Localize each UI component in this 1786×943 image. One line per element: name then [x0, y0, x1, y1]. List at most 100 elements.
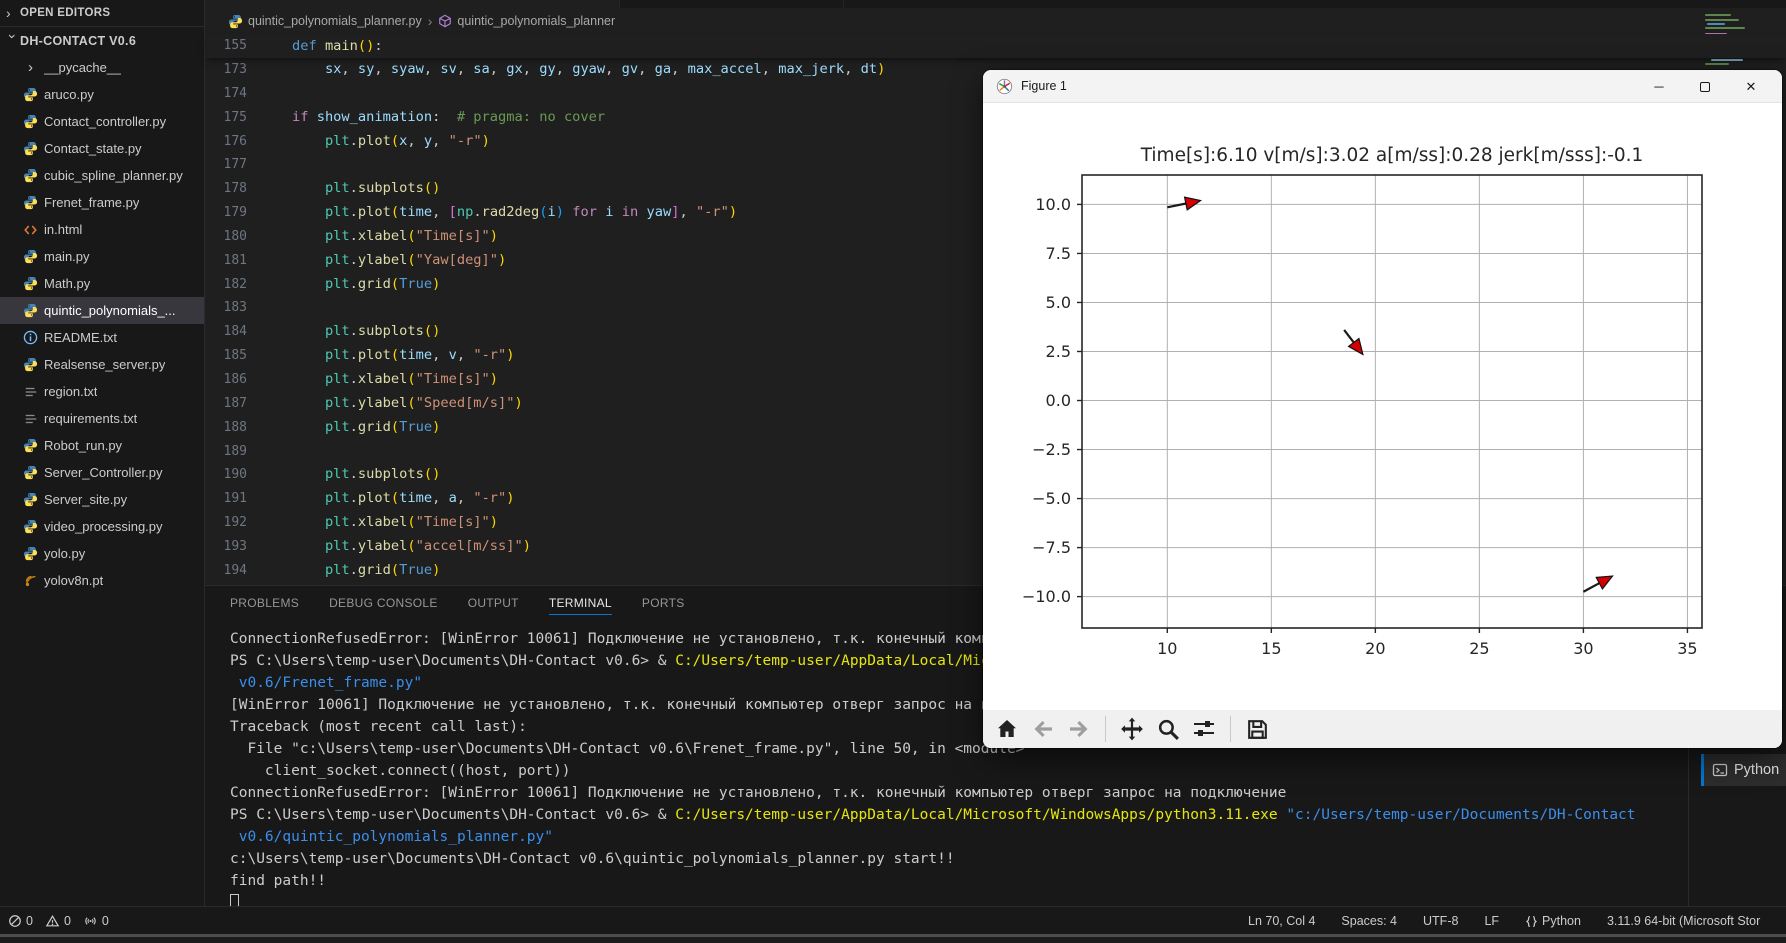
x-tick-label: 10 [1157, 639, 1177, 658]
project-header[interactable]: › DH-CONTACT V0.6 [0, 27, 204, 54]
python-icon [22, 438, 39, 454]
file-label: main.py [44, 249, 90, 264]
figure-canvas[interactable]: Time[s]:6.10 v[m/s]:3.02 a[m/ss]:0.28 je… [983, 103, 1782, 710]
figure-window[interactable]: Figure 1 ─ ✕ Time[s]:6.10 v[m/s]:3.02 a[… [983, 70, 1782, 748]
breadcrumb-symbol[interactable]: quintic_polynomials_planner [457, 14, 615, 28]
status-item-0[interactable]: 0 [8, 914, 33, 928]
status-bar: 0 0 0 Ln 70, Col 4 Spaces: 4 UTF-8 LF Python 3.… [0, 906, 1786, 934]
code-text: if show_animation: # pragma: no cover [291, 108, 606, 125]
file-label: requirements.txt [44, 411, 138, 426]
file-item-server-controller-py[interactable]: Server_Controller.py [0, 459, 204, 486]
terminal-line: client_socket.connect((host, port)) [230, 763, 571, 779]
file-item-contact-state-py[interactable]: Contact_state.py [0, 135, 204, 162]
python-icon [22, 303, 39, 319]
status-item-3-11-9-64-bit-microsoft-stor[interactable]: 3.11.9 64-bit (Microsoft Stor [1607, 914, 1760, 928]
terminal-line: c:\Users\temp-user\Documents\DH-Contact … [230, 851, 955, 867]
line-number: 187 [223, 395, 247, 411]
terminal-line: PS C:\Users\temp-user\Documents\DH-Conta… [230, 807, 1636, 823]
python-icon [22, 519, 39, 535]
status-label: 0 [101, 914, 109, 928]
close-button[interactable]: ✕ [1728, 70, 1774, 103]
maximize-button[interactable] [1682, 70, 1728, 103]
status-item-0[interactable]: 0 [45, 914, 71, 928]
sticky-scroll-line[interactable]: 155 def main(): [205, 34, 1786, 58]
line-number: 183 [223, 300, 247, 316]
status-label: Python [1542, 914, 1581, 928]
panel-tab-output[interactable]: OUTPUT [468, 586, 519, 619]
file-item-yolo-py[interactable]: yolo.py [0, 540, 204, 567]
figure-titlebar[interactable]: Figure 1 ─ ✕ [983, 70, 1782, 103]
file-item-realsense-server-py[interactable]: Realsense_server.py [0, 351, 204, 378]
terminal-tabs-list: Python [1688, 748, 1786, 906]
status-label: Spaces: 4 [1341, 914, 1398, 928]
sticky-code-line[interactable]: 155 def main(): [205, 34, 1786, 58]
warning-icon [45, 914, 60, 928]
file-item-readme-txt[interactable]: README.txt [0, 324, 204, 351]
status-item-python[interactable]: Python [1525, 914, 1581, 928]
line-number: 178 [223, 181, 247, 197]
panel-tab-ports[interactable]: PORTS [642, 586, 685, 619]
code-text: plt.grid(True) [324, 561, 441, 578]
home-tool-button[interactable] [993, 715, 1021, 743]
status-item-0[interactable]: 0 [83, 914, 109, 928]
panel-tab-problems[interactable]: PROBLEMS [230, 586, 299, 619]
html-icon [22, 222, 39, 238]
pan-tool-button[interactable] [1118, 715, 1146, 743]
code-text: def main(): [291, 38, 383, 54]
file-item-cubic-spline-planner-py[interactable]: cubic_spline_planner.py [0, 162, 204, 189]
file-item-server-site-py[interactable]: Server_site.py [0, 486, 204, 513]
minimize-button[interactable]: ─ [1636, 70, 1682, 103]
file-item-robot-run-py[interactable]: Robot_run.py [0, 432, 204, 459]
pose-arrow [1347, 337, 1364, 356]
model-icon [22, 573, 39, 589]
terminal-tab-python[interactable]: Python [1701, 754, 1786, 786]
y-tick-label: 5.0 [1046, 293, 1071, 312]
active-terminal-indicator [1701, 754, 1704, 786]
breadcrumb-file[interactable]: quintic_polynomials_planner.py [248, 14, 422, 28]
file-item-video-processing-py[interactable]: video_processing.py [0, 513, 204, 540]
chevron-right-icon: › [28, 59, 33, 76]
status-item-lf[interactable]: LF [1484, 914, 1499, 928]
y-tick-label: −5.0 [1032, 489, 1071, 508]
code-text: plt.grid(True) [324, 418, 441, 435]
radio-tower-icon [83, 914, 98, 928]
file-item--pycache-[interactable]: › __pycache__ [0, 54, 204, 81]
file-item-requirements-txt[interactable]: requirements.txt [0, 405, 204, 432]
vscode-window: › OPEN EDITORS › DH-CONTACT V0.6 › __pyca… [0, 0, 1786, 943]
file-item-frenet-frame-py[interactable]: Frenet_frame.py [0, 189, 204, 216]
active-tab-bottom [205, 0, 619, 8]
file-item-region-txt[interactable]: region.txt [0, 378, 204, 405]
python-file-icon [228, 14, 243, 29]
status-item-utf-8[interactable]: UTF-8 [1423, 914, 1458, 928]
forward-tool-button[interactable] [1065, 715, 1093, 743]
back-tool-button[interactable] [1029, 715, 1057, 743]
pose-arrow [1595, 575, 1614, 590]
y-tick-label: 10.0 [1035, 195, 1071, 214]
breadcrumb[interactable]: quintic_polynomials_planner.py › quintic… [205, 8, 1786, 34]
line-number: 190 [223, 467, 247, 483]
subplots-tool-button[interactable] [1190, 715, 1218, 743]
y-tick-label: 2.5 [1046, 342, 1071, 361]
file-item-quintic-polynomials-[interactable]: quintic_polynomials_... [0, 297, 204, 324]
line-number: 189 [223, 443, 247, 459]
python-icon [22, 357, 39, 373]
save-tool-button[interactable] [1243, 715, 1271, 743]
zoom-tool-button[interactable] [1154, 715, 1182, 743]
file-item-main-py[interactable]: main.py [0, 243, 204, 270]
figure-toolbar [983, 710, 1782, 748]
file-item-aruco-py[interactable]: aruco.py [0, 81, 204, 108]
line-number: 155 [223, 38, 247, 53]
panel-tab-debug-console[interactable]: DEBUG CONSOLE [329, 586, 438, 619]
open-editors-header[interactable]: › OPEN EDITORS [0, 0, 204, 27]
file-label: README.txt [44, 330, 117, 345]
status-item-spaces-4[interactable]: Spaces: 4 [1341, 914, 1397, 928]
panel-tab-terminal[interactable]: TERMINAL [548, 586, 612, 619]
file-label: quintic_polynomials_... [44, 303, 176, 318]
file-item-yolov8n-pt[interactable]: yolov8n.pt [0, 567, 204, 594]
file-label: Math.py [44, 276, 91, 291]
file-item-contact-controller-py[interactable]: Contact_controller.py [0, 108, 204, 135]
file-item-in-html[interactable]: in.html [0, 216, 204, 243]
file-item-math-py[interactable]: Math.py [0, 270, 204, 297]
code-text: plt.xlabel("Time[s]") [324, 514, 499, 531]
status-item-ln-70-col-4[interactable]: Ln 70, Col 4 [1248, 914, 1315, 928]
